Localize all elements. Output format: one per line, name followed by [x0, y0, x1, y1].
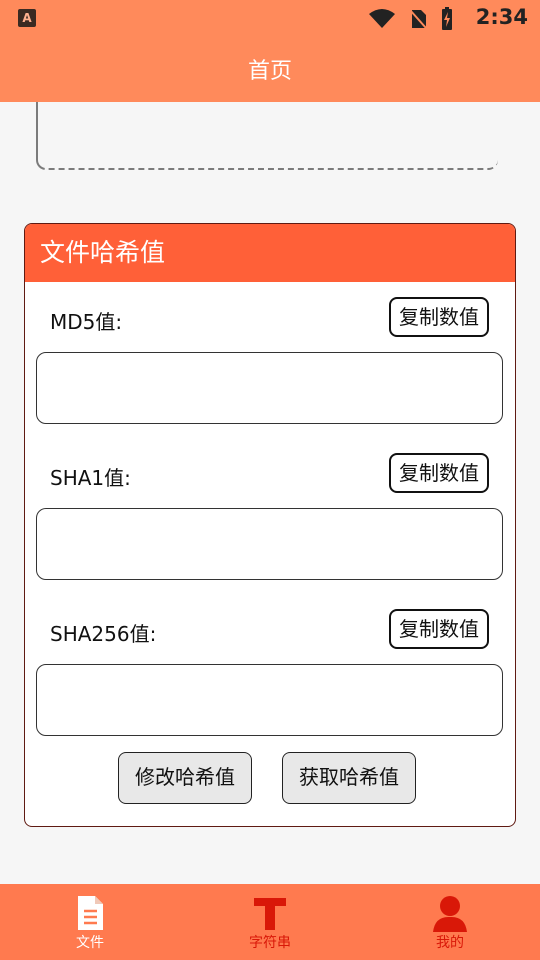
app-bar: A 2:34 首页	[0, 0, 540, 102]
get-hash-button[interactable]: 获取哈希值	[282, 752, 416, 804]
copy-md5-button[interactable]: 复制数值	[389, 297, 489, 337]
bottom-navigation: 文件 字符串 我的	[0, 884, 540, 960]
text-t-icon	[254, 898, 286, 930]
battery-charging-icon	[442, 7, 452, 30]
sha1-value-field[interactable]	[36, 508, 503, 580]
status-bar: A 2:34	[0, 0, 540, 36]
sha256-label: SHA256值:	[50, 622, 157, 646]
nav-label-string: 字符串	[249, 935, 291, 951]
wifi-icon	[369, 9, 395, 28]
hash-card: 文件哈希值 MD5值: 复制数值 SHA1值: 复制数值 SHA256值: 复制…	[24, 223, 516, 827]
nav-item-string[interactable]: 字符串	[180, 884, 360, 960]
md5-label: MD5值:	[50, 310, 123, 334]
status-icons	[368, 7, 454, 30]
status-time: 2:34	[475, 5, 528, 29]
file-icon	[78, 896, 103, 930]
nav-item-mine[interactable]: 我的	[360, 884, 540, 960]
nav-label-mine: 我的	[436, 935, 464, 951]
md5-value-field[interactable]	[36, 352, 503, 424]
nav-item-file[interactable]: 文件	[0, 884, 180, 960]
hash-card-title: 文件哈希值	[25, 224, 515, 282]
sha1-label: SHA1值:	[50, 466, 131, 490]
modify-hash-button[interactable]: 修改哈希值	[118, 752, 252, 804]
user-icon	[433, 896, 467, 932]
copy-sha1-button[interactable]: 复制数值	[389, 453, 489, 493]
page-title: 首页	[247, 59, 292, 84]
copy-sha256-button[interactable]: 复制数值	[389, 609, 489, 649]
nav-label-file: 文件	[76, 935, 104, 951]
file-drop-area[interactable]	[36, 102, 498, 170]
sha256-value-field[interactable]	[36, 664, 503, 736]
no-sim-icon	[409, 9, 427, 29]
app-notification-icon: A	[18, 9, 36, 27]
